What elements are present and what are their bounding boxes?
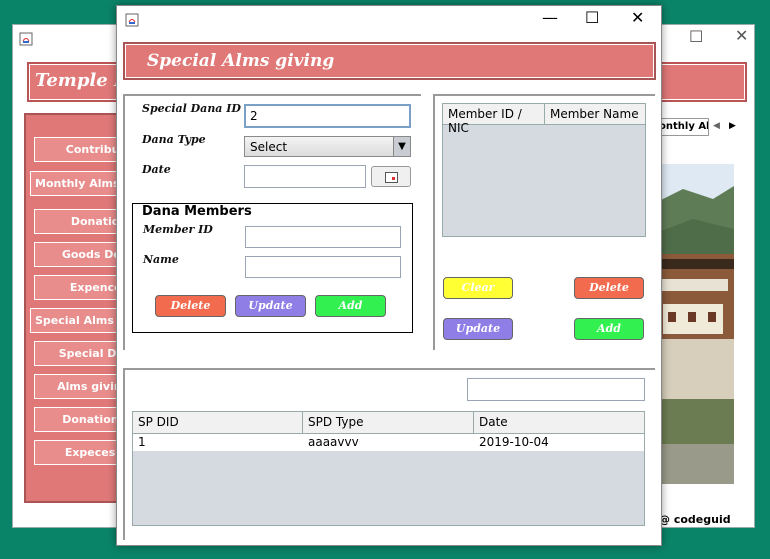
bg-maximize-icon[interactable]: ☐ <box>689 27 703 46</box>
page-title: Special Alms giving <box>147 51 335 71</box>
row-date: 2019-10-04 <box>479 435 549 449</box>
minimize-icon[interactable]: — <box>542 8 558 27</box>
dana-type-selected: Select <box>250 140 288 154</box>
row-id: 1 <box>138 435 146 449</box>
member-delete-button[interactable]: Delete <box>155 295 226 317</box>
temple-image <box>653 164 734 484</box>
member-update-button[interactable]: Update <box>235 295 306 317</box>
close-icon[interactable]: ✕ <box>631 8 644 27</box>
records-col-id[interactable]: SP DID <box>133 412 303 433</box>
clear-button[interactable]: Clear <box>443 277 513 299</box>
search-input[interactable] <box>467 378 645 401</box>
dana-members-title: Dana Members <box>142 204 252 219</box>
bg-tab[interactable]: onthly Alm <box>656 118 709 136</box>
records-table-header: SP DID SPD Type Date <box>133 412 644 434</box>
bg-close-icon[interactable]: ✕ <box>735 26 748 45</box>
tab-scroll-right-icon[interactable]: ▶ <box>729 121 736 131</box>
date-input[interactable] <box>244 165 366 188</box>
records-col-type[interactable]: SPD Type <box>303 412 474 433</box>
dana-members-box: Dana Members Member ID Name Delete Updat… <box>132 203 413 333</box>
special-alms-window: — ☐ ✕ Special Alms giving Special Dana I… <box>116 5 662 546</box>
special-dana-id-label: Special Dana ID <box>142 102 241 115</box>
dana-type-select[interactable]: Select ▼ <box>244 136 411 157</box>
add-button[interactable]: Add <box>574 318 644 340</box>
calendar-icon <box>385 172 398 183</box>
chevron-down-icon[interactable]: ▼ <box>393 137 410 156</box>
bg-footer-text: @ codeguid <box>659 513 731 526</box>
delete-button[interactable]: Delete <box>574 277 644 299</box>
name-label: Name <box>143 253 179 266</box>
members-table[interactable]: Member ID / NIC Member Name <box>442 103 646 237</box>
title-banner: Special Alms giving <box>123 42 656 80</box>
table-row[interactable]: 1 aaaavvv 2019-10-04 <box>133 434 644 451</box>
member-id-label: Member ID <box>143 223 213 236</box>
java-icon <box>125 12 139 27</box>
members-table-header: Member ID / NIC Member Name <box>443 104 645 135</box>
date-label: Date <box>142 163 171 176</box>
members-col-name[interactable]: Member Name <box>545 104 645 124</box>
records-table[interactable]: SP DID SPD Type Date 1 aaaavvv 2019-10-0… <box>132 411 645 526</box>
java-icon <box>19 31 33 46</box>
update-button[interactable]: Update <box>443 318 513 340</box>
row-type: aaaavvv <box>308 435 359 449</box>
members-col-id[interactable]: Member ID / NIC <box>443 104 545 135</box>
records-col-date[interactable]: Date <box>474 412 644 433</box>
name-input[interactable] <box>245 256 401 278</box>
member-id-input[interactable] <box>245 226 401 248</box>
tab-scroll-left-icon[interactable]: ◀ <box>713 121 720 131</box>
maximize-icon[interactable]: ☐ <box>585 8 599 27</box>
calendar-button[interactable] <box>371 166 411 187</box>
dana-type-label: Dana Type <box>142 133 206 146</box>
member-add-button[interactable]: Add <box>315 295 386 317</box>
special-dana-id-input[interactable]: 2 <box>244 104 411 128</box>
